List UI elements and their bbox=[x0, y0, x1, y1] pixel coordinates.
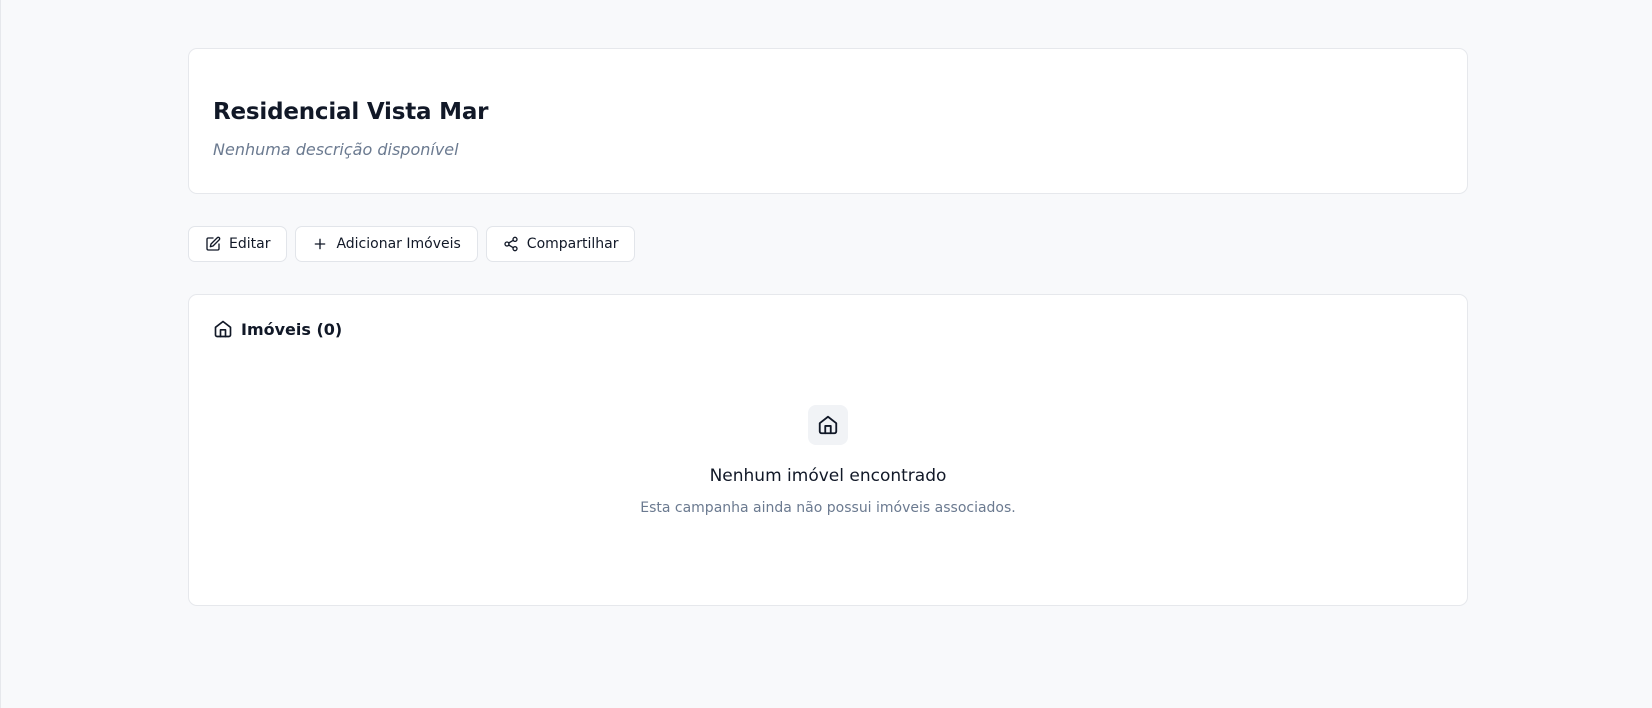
edit-button[interactable]: Editar bbox=[188, 226, 288, 262]
empty-state: Nenhum imóvel encontrado Esta campanha a… bbox=[213, 405, 1443, 517]
empty-state-icon-container bbox=[808, 405, 848, 445]
add-properties-button-label: Adicionar Imóveis bbox=[336, 236, 461, 252]
edit-icon bbox=[205, 236, 221, 252]
campaign-description: Nenhuma descrição disponível bbox=[213, 140, 459, 159]
empty-state-title: Nenhum imóvel encontrado bbox=[709, 466, 947, 486]
share-button-label: Compartilhar bbox=[526, 236, 619, 252]
plus-icon bbox=[312, 236, 328, 252]
house-icon bbox=[213, 319, 233, 339]
page: Residencial Vista Mar Nenhuma descrição … bbox=[0, 0, 1652, 708]
properties-header: Imóveis (0) bbox=[213, 317, 1443, 341]
share-button[interactable]: Compartilhar bbox=[485, 226, 636, 262]
properties-card: Imóveis (0) Nenhum imóvel encontrado Est… bbox=[188, 294, 1468, 606]
house-icon bbox=[818, 415, 838, 435]
action-bar: Editar Adicionar Imóveis Compartilhar bbox=[188, 226, 1468, 262]
properties-title: Imóveis (0) bbox=[241, 319, 343, 339]
edit-button-label: Editar bbox=[229, 236, 271, 252]
share-icon bbox=[503, 236, 519, 252]
page-title: Residencial Vista Mar bbox=[213, 99, 489, 125]
main-content: Residencial Vista Mar Nenhuma descrição … bbox=[188, 48, 1468, 606]
campaign-header-card: Residencial Vista Mar Nenhuma descrição … bbox=[188, 48, 1468, 194]
empty-state-subtitle: Esta campanha ainda não possui imóveis a… bbox=[640, 500, 1016, 516]
add-properties-button[interactable]: Adicionar Imóveis bbox=[295, 226, 478, 262]
